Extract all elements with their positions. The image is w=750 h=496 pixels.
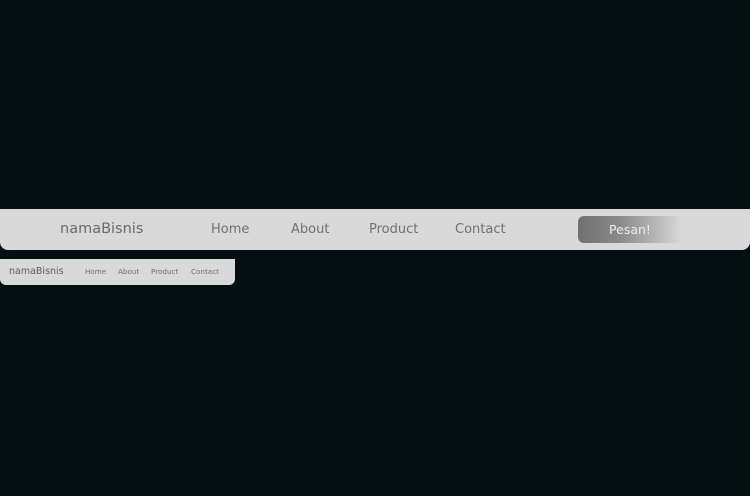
brand-logo[interactable]: namaBisnis: [60, 209, 143, 250]
nav-link-contact[interactable]: Contact: [455, 209, 506, 250]
nav-link-about-small[interactable]: About: [118, 259, 139, 285]
nav-link-home[interactable]: Home: [211, 209, 249, 250]
navbar-small: namaBisnis Home About Product Contact: [0, 259, 235, 285]
order-button[interactable]: Pesan!: [578, 216, 682, 243]
nav-link-home-small[interactable]: Home: [85, 259, 106, 285]
nav-link-about[interactable]: About: [291, 209, 329, 250]
navbar-large: namaBisnis Home About Product Contact Pe…: [0, 209, 750, 250]
nav-link-product[interactable]: Product: [369, 209, 418, 250]
page: namaBisnis Home About Product Contact Pe…: [0, 0, 750, 496]
nav-link-product-small[interactable]: Product: [151, 259, 178, 285]
brand-logo-small[interactable]: namaBisnis: [9, 259, 64, 285]
nav-link-contact-small[interactable]: Contact: [191, 259, 219, 285]
